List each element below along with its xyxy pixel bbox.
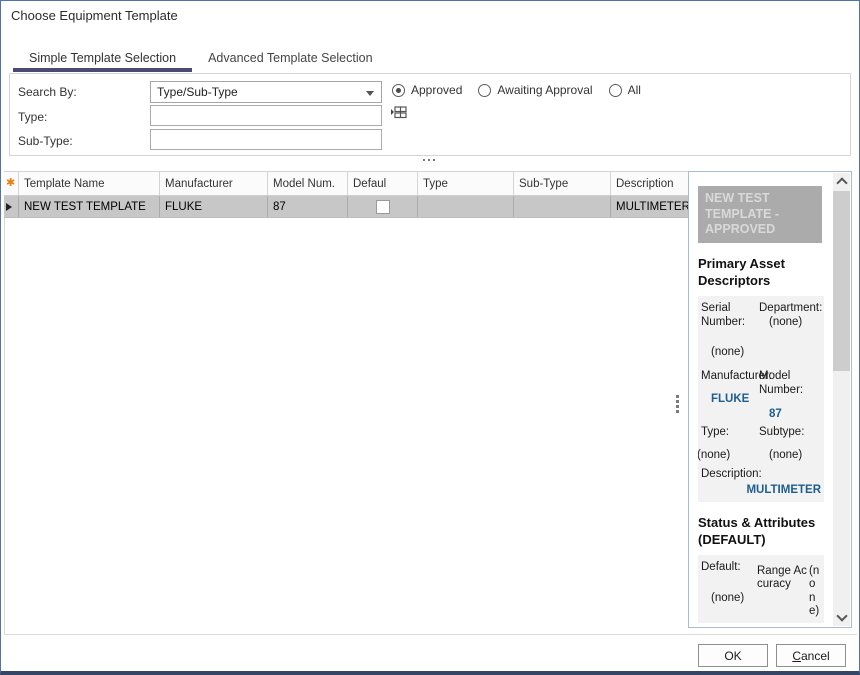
radio-approved[interactable]: Approved	[392, 83, 462, 97]
results-area	[4, 171, 689, 635]
required-asterisk-icon: ✱	[6, 178, 15, 189]
column-header-model-num[interactable]: Model Num.	[268, 172, 348, 195]
radio-unselected-icon	[609, 84, 622, 97]
table-row[interactable]: NEW TEST TEMPLATE FLUKE 87 MULTIMETER	[4, 196, 688, 218]
subtype-input[interactable]	[150, 129, 382, 150]
default-value: (none)	[701, 591, 755, 605]
scroll-up-button[interactable]	[833, 173, 850, 190]
description-value: MULTIMETER	[701, 483, 821, 497]
chevron-down-icon	[366, 91, 374, 96]
cell-template-name: NEW TEST TEMPLATE	[19, 196, 160, 217]
model-number-label: Model Number:	[759, 369, 822, 398]
radio-unselected-icon	[478, 84, 491, 97]
default-checkbox[interactable]	[376, 200, 390, 214]
cancel-button-label: ancel	[801, 649, 830, 663]
details-scrollbar[interactable]	[833, 173, 850, 626]
template-details-content: NEW TEST TEMPLATE - APPROVED Primary Ass…	[698, 172, 824, 627]
title-bar: Choose Equipment Template	[1, 1, 859, 31]
type-detail-label: Type:	[701, 425, 757, 439]
cancel-button-label-accel: C	[792, 649, 801, 663]
tab-simple-template-selection[interactable]: Simple Template Selection	[13, 46, 192, 70]
search-group: Search By: Type/Sub-Type Approved Awaiti…	[9, 73, 851, 156]
column-header-default[interactable]: Defaul	[348, 172, 418, 195]
default-label: Default:	[701, 560, 755, 574]
primary-asset-descriptors-title: Primary Asset Descriptors	[698, 256, 824, 290]
tab-advanced-label: Advanced Template Selection	[208, 51, 372, 65]
radio-awaiting-approval[interactable]: Awaiting Approval	[478, 83, 592, 97]
subtype-label: Sub-Type:	[18, 134, 73, 148]
radio-all[interactable]: All	[609, 83, 641, 97]
ok-button[interactable]: OK	[698, 644, 768, 667]
cancel-button[interactable]: Cancel	[776, 644, 846, 667]
radio-approved-label: Approved	[411, 83, 462, 97]
model-number-value: 87	[759, 407, 822, 421]
column-header-description[interactable]: Description	[611, 172, 688, 195]
column-header-manufacturer[interactable]: Manufacturer	[160, 172, 268, 195]
type-lookup-button[interactable]	[390, 104, 408, 122]
status-attributes-fieldbox: Default: (none) Range Accuracy (none)	[698, 555, 824, 623]
row-selector-cell	[4, 196, 19, 217]
choose-equipment-template-dialog: Choose Equipment Template Simple Templat…	[0, 0, 860, 675]
description-label: Description:	[701, 467, 762, 481]
range-accuracy-value: (none)	[809, 565, 821, 618]
search-by-selected-value: Type/Sub-Type	[157, 85, 238, 99]
grid-header-row: ✱ Template Name Manufacturer Model Num. …	[4, 171, 688, 196]
cell-default	[348, 196, 418, 217]
current-row-arrow-icon	[6, 203, 12, 211]
scroll-down-button[interactable]	[833, 609, 850, 626]
scrollbar-thumb[interactable]	[833, 191, 850, 371]
vertical-splitter-handle[interactable]	[676, 395, 679, 413]
dialog-title: Choose Equipment Template	[11, 8, 178, 23]
column-header-sub-type[interactable]: Sub-Type	[514, 172, 611, 195]
department-label: Department:	[759, 301, 822, 315]
cell-type	[418, 196, 514, 217]
ok-button-label: OK	[724, 649, 741, 663]
chevron-down-icon	[836, 610, 847, 621]
radio-all-label: All	[628, 83, 641, 97]
search-by-label: Search By:	[18, 85, 77, 99]
column-header-type[interactable]: Type	[418, 172, 514, 195]
tab-simple-label: Simple Template Selection	[29, 51, 176, 65]
manufacturer-value: FLUKE	[701, 392, 757, 406]
grid-lookup-icon	[390, 104, 408, 122]
subtype-detail-label: Subtype:	[759, 425, 822, 439]
subtype-detail-value: (none)	[759, 448, 822, 462]
cell-sub-type	[514, 196, 611, 217]
primary-asset-fieldbox: Serial Number: (none) Department: (none)…	[698, 296, 824, 503]
horizontal-splitter-handle[interactable]	[423, 159, 435, 161]
grid-selector-header: ✱	[4, 172, 19, 195]
template-results-grid: ✱ Template Name Manufacturer Model Num. …	[4, 171, 688, 218]
cell-manufacturer: FLUKE	[160, 196, 268, 217]
department-value: (none)	[759, 315, 822, 329]
range-accuracy-label: Range Accuracy	[757, 565, 807, 591]
serial-number-value: (none)	[701, 345, 757, 359]
serial-number-label: Serial Number:	[701, 301, 757, 330]
type-label: Type:	[18, 110, 47, 124]
tab-strip: Simple Template Selection Advanced Templ…	[13, 46, 389, 70]
type-detail-value: (none)	[698, 448, 757, 462]
template-details-panel: NEW TEST TEMPLATE - APPROVED Primary Ass…	[688, 171, 852, 628]
chevron-up-icon	[836, 177, 847, 188]
template-status-header: NEW TEST TEMPLATE - APPROVED	[698, 186, 822, 243]
cell-description: MULTIMETER	[611, 196, 688, 217]
approval-filter-radios: Approved Awaiting Approval All	[392, 83, 641, 97]
search-by-dropdown[interactable]: Type/Sub-Type	[150, 81, 382, 103]
manufacturer-label: Manufacturer:	[701, 369, 757, 383]
radio-awaiting-label: Awaiting Approval	[497, 83, 592, 97]
footer-separator	[4, 634, 857, 635]
tab-advanced-template-selection[interactable]: Advanced Template Selection	[192, 46, 388, 70]
cell-model-num: 87	[268, 196, 348, 217]
type-input[interactable]	[150, 105, 382, 126]
status-attributes-title: Status & Attributes (DEFAULT)	[698, 515, 824, 549]
radio-selected-icon	[392, 84, 405, 97]
column-header-template-name[interactable]: Template Name	[19, 172, 160, 195]
